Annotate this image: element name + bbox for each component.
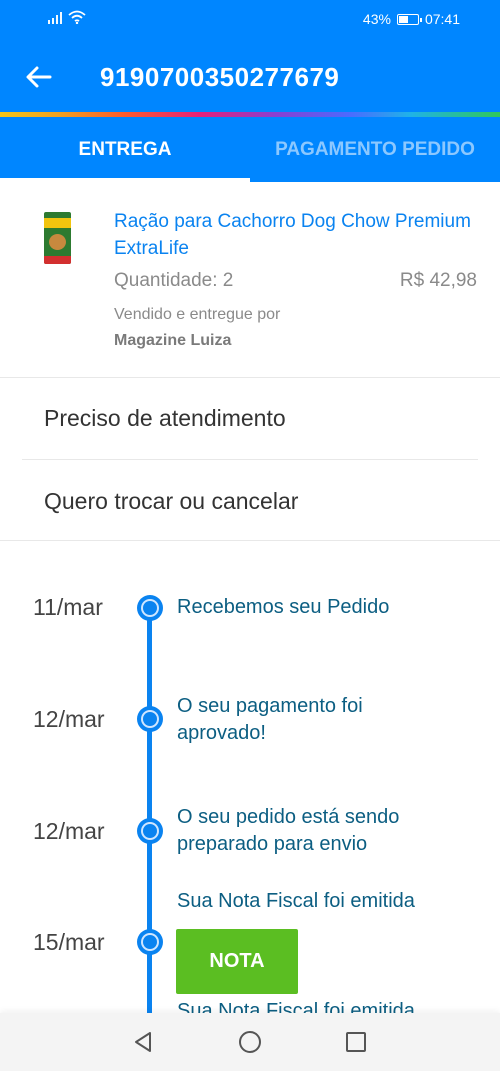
- menu-item-trocar-cancelar[interactable]: Quero trocar ou cancelar: [22, 460, 478, 542]
- menu-divider: [0, 540, 500, 541]
- timeline-event: Sua Nota Fiscal foi emitida: [177, 890, 415, 912]
- timeline-event: Recebemos seu Pedido: [177, 596, 390, 618]
- wifi-icon: [68, 10, 86, 24]
- timeline-date: 11/mar: [33, 594, 103, 620]
- product-name-link[interactable]: Ração para Cachorro Dog Chow Premium Ext…: [114, 208, 474, 262]
- timeline-date: 12/mar: [33, 818, 105, 844]
- timeline-date: 15/mar: [33, 929, 105, 955]
- timeline-dot: [137, 818, 163, 844]
- tab-entrega[interactable]: ENTREGA: [0, 117, 250, 182]
- square-recents-icon[interactable]: [344, 1030, 368, 1054]
- tab-bar: ENTREGA PAGAMENTO PEDIDO: [0, 117, 500, 182]
- order-number-title: 9190700350277679: [100, 62, 340, 92]
- app-bar: 9190700350277679: [0, 40, 500, 112]
- tab-pagamento-pedido[interactable]: PAGAMENTO PEDIDO: [250, 117, 500, 182]
- product-card: Ração para Cachorro Dog Chow Premium Ext…: [0, 182, 500, 378]
- status-right: 43% 07:41: [363, 11, 460, 27]
- circle-home-icon[interactable]: [238, 1030, 262, 1054]
- timeline-dot: [137, 929, 163, 955]
- triangle-back-icon[interactable]: [131, 1030, 155, 1054]
- nota-button[interactable]: NOTA: [176, 929, 298, 994]
- product-quantity: Quantidade: 2: [114, 270, 234, 291]
- battery-icon: [396, 13, 422, 25]
- timeline-date: 12/mar: [33, 706, 105, 732]
- timeline-line: [147, 606, 152, 1026]
- timeline-dot: [137, 595, 163, 621]
- timeline-event: O seu pedido está sendo preparado para e…: [177, 806, 400, 855]
- seller-name: Magazine Luiza: [114, 332, 232, 349]
- timeline-dot: [137, 706, 163, 732]
- menu-item-atendimento[interactable]: Preciso de atendimento: [22, 378, 478, 460]
- clock: 07:41: [424, 11, 460, 27]
- product-price: R$ 42,98: [399, 270, 477, 291]
- battery-fill: [398, 15, 408, 23]
- sold-by-label: Vendido e entregue por: [114, 306, 281, 323]
- status-left: [48, 10, 86, 24]
- arrow-left-icon[interactable]: [24, 62, 54, 92]
- signal-icon: [48, 11, 62, 24]
- timeline-event: O seu pagamento foi aprovado!: [177, 695, 363, 744]
- product-image[interactable]: [44, 212, 71, 264]
- battery-percent: 43%: [362, 11, 391, 27]
- status-bar: 43% 07:41: [0, 0, 500, 40]
- system-nav-bar: [0, 1013, 500, 1071]
